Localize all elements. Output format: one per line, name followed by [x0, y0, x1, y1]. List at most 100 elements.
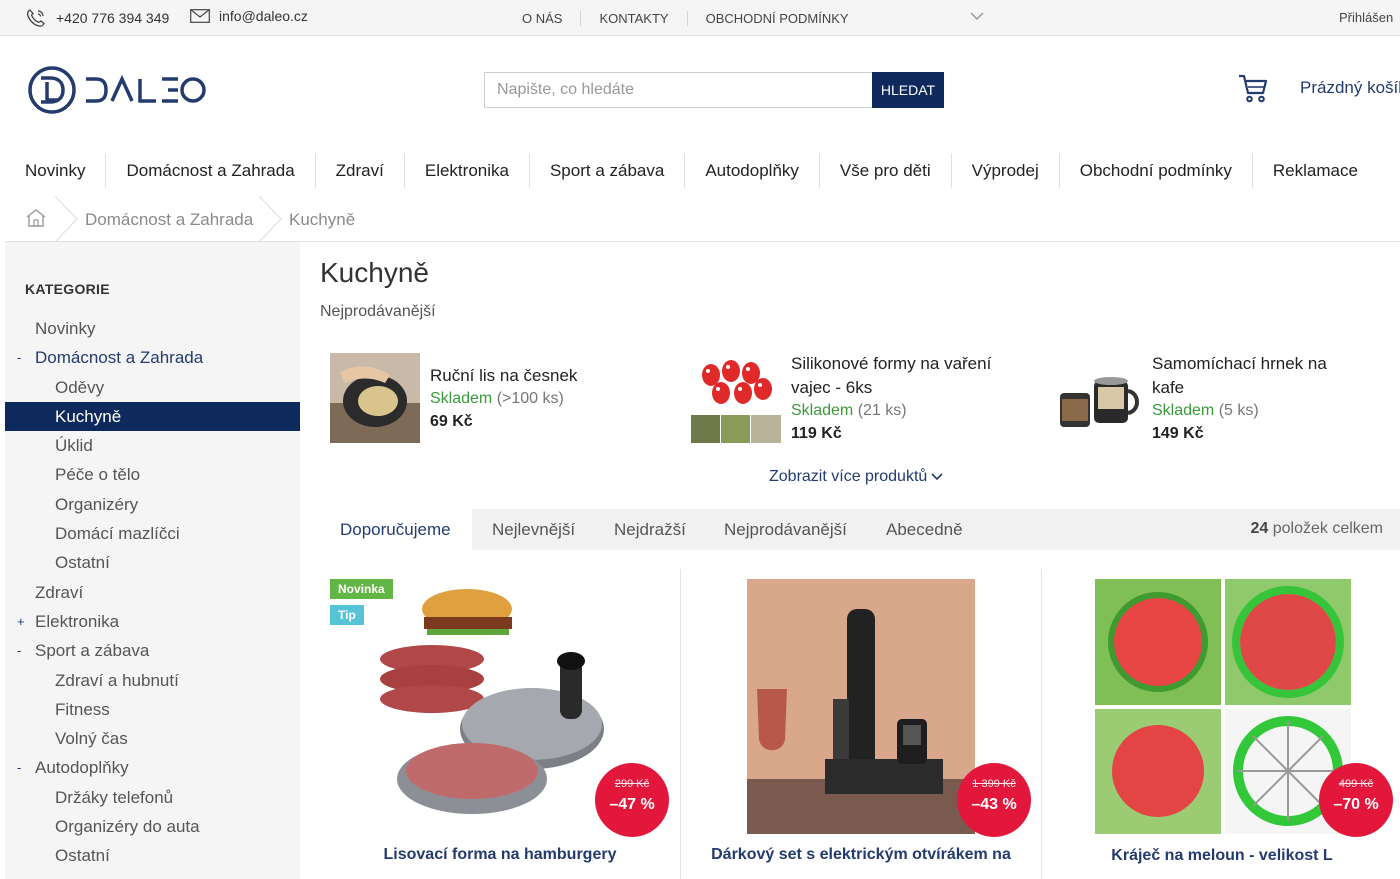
old-price: 499 Kč: [1338, 778, 1374, 790]
category-item-kuchyne[interactable]: Kuchyně: [5, 401, 300, 432]
bestseller-name-line2[interactable]: vajec - 6ks: [791, 376, 872, 400]
stock-label: Skladem: [791, 402, 854, 419]
category-label: Organizéry: [55, 494, 139, 514]
bestseller-item[interactable]: Samomíchací hrnek na kafe Skladem (5 ks)…: [1052, 350, 1392, 450]
sort-tab-cheapest[interactable]: Nejlevnější: [492, 509, 575, 550]
breadcrumb-separator: [53, 195, 79, 247]
bestseller-price: 149 Kč: [1152, 425, 1204, 442]
home-icon[interactable]: [25, 208, 47, 233]
bestseller-name-line1[interactable]: Silikonové formy na vaření: [791, 352, 991, 376]
search-bar: HLEDAT: [484, 72, 944, 108]
cart-status[interactable]: Prázdný košík: [1300, 78, 1400, 98]
nav-item-elektronika[interactable]: Elektronika: [403, 154, 529, 188]
product-card[interactable]: Novinka Tip 299 Kč –47 % Lisovací forma …: [320, 569, 680, 879]
daleo-logo[interactable]: [28, 66, 208, 116]
product-title[interactable]: Lisovací forma na hamburgery: [320, 846, 680, 864]
sort-tab-alphabetical[interactable]: Abecedně: [886, 509, 963, 550]
expand-toggle[interactable]: +: [17, 607, 25, 636]
category-label: Zdraví: [35, 582, 84, 602]
top-bar: +420 776 394 349 info@daleo.cz O NÁS KON…: [0, 0, 1400, 36]
collapse-toggle[interactable]: -: [17, 343, 21, 372]
category-item-elektronika[interactable]: + Elektronika: [5, 607, 300, 636]
product-thumbnail[interactable]: [1052, 353, 1142, 443]
bestseller-item[interactable]: Ruční lis na česnek Skladem (>100 ks) 69…: [330, 350, 660, 450]
category-label: Sport a zábava: [35, 641, 150, 661]
collapse-toggle[interactable]: -: [17, 753, 21, 782]
search-button[interactable]: HLEDAT: [872, 72, 944, 108]
sort-tab-most-expensive[interactable]: Nejdražší: [614, 509, 686, 550]
product-thumbnail[interactable]: [330, 353, 420, 443]
stock-status: Skladem (>100 ks): [430, 390, 564, 408]
product-image[interactable]: [372, 579, 628, 834]
category-item-ostatni[interactable]: Ostatní: [5, 548, 300, 577]
category-item-volny-cas[interactable]: Volný čas: [5, 724, 300, 753]
item-count-label: položek celkem: [1272, 520, 1383, 537]
show-more-products[interactable]: Zobrazit více produktů: [769, 468, 943, 486]
breadcrumb-item-domacnost[interactable]: Domácnost a Zahrada: [85, 210, 253, 230]
category-label: Držáky telefonů: [55, 787, 174, 807]
main-navigation: Novinky Domácnost a Zahrada Zdraví Elekt…: [5, 154, 1378, 188]
product-card[interactable]: 1 399 Kč –43 % Dárkový set s elektrickým…: [680, 569, 1040, 879]
product-title[interactable]: Dárkový set s elektrickým otvírákem na: [681, 846, 1041, 864]
top-link-about[interactable]: O NÁS: [500, 11, 580, 26]
phone-icon: [25, 8, 47, 28]
category-item-autodoplnky[interactable]: - Autodoplňky: [5, 753, 300, 782]
category-label: Domácí mazlíčci: [55, 524, 180, 544]
email-contact[interactable]: info@daleo.cz: [190, 8, 308, 24]
nav-item-podminky[interactable]: Obchodní podmínky: [1058, 154, 1252, 188]
category-item-drzaky[interactable]: Držáky telefonů: [5, 783, 300, 812]
nav-item-sport[interactable]: Sport a zábava: [528, 154, 684, 188]
bestseller-name-line1[interactable]: Samomíchací hrnek na: [1152, 352, 1327, 376]
nav-item-vyprodej[interactable]: Výprodej: [950, 154, 1059, 188]
category-item-uklid[interactable]: Úklid: [5, 431, 300, 460]
category-item-ostatni-auto[interactable]: Ostatní: [5, 841, 300, 870]
category-item-mazlicci[interactable]: Domácí mazlíčci: [5, 519, 300, 548]
nav-item-novinky[interactable]: Novinky: [5, 154, 105, 188]
stock-quantity: (5 ks): [1218, 402, 1259, 419]
nav-item-autodoplnky[interactable]: Autodoplňky: [684, 154, 819, 188]
category-label: Ostatní: [55, 553, 110, 573]
category-item-pece[interactable]: Péče o tělo: [5, 460, 300, 489]
discount-badge: 499 Kč –70 %: [1319, 763, 1393, 837]
category-item-hubnuti[interactable]: Zdraví a hubnutí: [5, 666, 300, 695]
nav-item-reklamace[interactable]: Reklamace: [1251, 154, 1378, 188]
top-link-contacts[interactable]: KONTAKTY: [580, 11, 686, 26]
product-thumbnail[interactable]: [691, 353, 781, 443]
collapse-toggle[interactable]: -: [17, 636, 21, 665]
top-link-terms[interactable]: OBCHODNÍ PODMÍNKY: [686, 11, 867, 26]
category-item-organizery[interactable]: Organizéry: [5, 490, 300, 519]
stock-status: Skladem (21 ks): [791, 402, 907, 420]
category-label: Organizéry do auta: [55, 817, 200, 837]
phone-contact[interactable]: +420 776 394 349: [25, 8, 169, 28]
category-item-sport[interactable]: - Sport a zábava: [5, 636, 300, 665]
category-item-domacnost[interactable]: - Domácnost a Zahrada: [5, 343, 300, 372]
product-image[interactable]: [1095, 579, 1351, 834]
nav-item-zdravi[interactable]: Zdraví: [314, 154, 404, 188]
chevron-down-icon[interactable]: [970, 12, 984, 21]
category-item-odevy[interactable]: Oděvy: [5, 373, 300, 402]
sort-tab-recommended[interactable]: Doporučujeme: [320, 509, 472, 550]
sort-tab-bestselling[interactable]: Nejprodávanější: [724, 509, 847, 550]
nav-item-domacnost[interactable]: Domácnost a Zahrada: [105, 154, 314, 188]
product-card[interactable]: 499 Kč –70 % Kráječ na meloun - velikost…: [1041, 569, 1400, 879]
bestseller-price: 119 Kč: [791, 425, 842, 442]
category-item-fitness[interactable]: Fitness: [5, 695, 300, 724]
stock-quantity: (>100 ks): [496, 390, 564, 407]
cart-icon[interactable]: [1237, 72, 1269, 109]
bestseller-name[interactable]: Ruční lis na česnek: [430, 364, 577, 388]
discount-badge: 299 Kč –47 %: [595, 763, 669, 837]
product-title[interactable]: Kráječ na meloun - velikost L: [1042, 847, 1400, 865]
search-input[interactable]: [484, 72, 872, 108]
category-item-zdravi[interactable]: Zdraví: [5, 578, 300, 607]
bestseller-item[interactable]: Silikonové formy na vaření vajec - 6ks S…: [691, 350, 1031, 450]
discount-badge: 1 399 Kč –43 %: [957, 763, 1031, 837]
category-label: Péče o tělo: [55, 465, 141, 485]
item-count: 24 položek celkem: [1250, 520, 1383, 538]
login-link[interactable]: Přihlášen: [1339, 10, 1393, 25]
breadcrumb-item-current: Kuchyně: [289, 210, 356, 229]
bestseller-name-line2[interactable]: kafe: [1152, 376, 1184, 400]
category-item-organizery-auto[interactable]: Organizéry do auta: [5, 812, 300, 841]
nav-item-deti[interactable]: Vše pro děti: [818, 154, 951, 188]
category-item-novinky[interactable]: Novinky: [5, 314, 300, 343]
category-list: Novinky - Domácnost a Zahrada Oděvy Kuchy…: [5, 314, 300, 871]
